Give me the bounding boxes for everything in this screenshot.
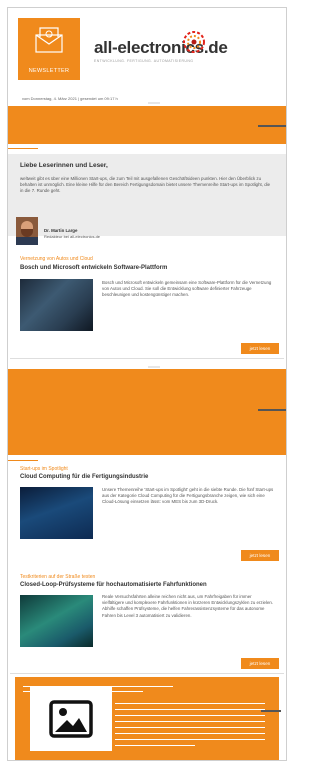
article-image[interactable] [20, 595, 93, 647]
article-kicker[interactable]: Start-ups im Spotlight [20, 466, 68, 472]
read-more-button[interactable]: jetzt lesen [241, 550, 279, 561]
footer-line [115, 727, 265, 728]
article-title[interactable]: Bosch und Microsoft entwickeln Software-… [20, 265, 167, 271]
brand[interactable]: all-electronics.de ENTWICKLUNG. FERTIGUN… [94, 38, 228, 63]
read-more-button[interactable]: jetzt lesen [241, 658, 279, 669]
divider-handle [148, 366, 160, 368]
article-image[interactable] [20, 487, 93, 539]
banner-bar [258, 125, 286, 127]
newsletter-label: NEWSLETTER [28, 68, 70, 74]
footer-line [115, 733, 265, 734]
read-more-button[interactable]: jetzt lesen [241, 343, 279, 354]
author-role: Redakteur bei all-electronics.de [44, 234, 101, 239]
article-text: Bosch und Microsoft entwickeln gemeinsam… [102, 280, 272, 298]
intro-section: Liebe Leserinnen und Leser, weltweit gib… [8, 154, 286, 236]
banner-ad-middle[interactable] [8, 369, 286, 455]
banner-ad-top[interactable] [8, 106, 286, 144]
footer-line [115, 721, 265, 722]
divider [10, 673, 284, 674]
footer-line [115, 715, 265, 716]
article-kicker[interactable]: Vernetzung von Autos und Cloud [20, 256, 93, 262]
article-kicker[interactable]: Testkriterien auf der Straße testen [20, 574, 95, 580]
avatar [16, 217, 38, 245]
divider-handle [148, 102, 160, 104]
article-text: Reale Versuchsfahrten alleine reichen ni… [102, 594, 274, 618]
intro-greeting: Liebe Leserinnen und Leser, [20, 162, 108, 169]
envelope-at-icon [35, 27, 63, 53]
footer-line [115, 745, 195, 746]
footer-image-placeholder[interactable] [30, 687, 112, 751]
newsletter-badge: NEWSLETTER [18, 18, 80, 80]
image-placeholder-icon [49, 700, 93, 738]
banner-bar [258, 409, 286, 411]
article-title[interactable]: Cloud Computing für die Fertigungsindust… [20, 474, 148, 480]
accent-line [8, 460, 38, 461]
accent-line [8, 148, 38, 149]
banner-bar [261, 710, 281, 712]
intro-text: weltweit gibt es über eine Millionen Sta… [20, 176, 271, 194]
divider [10, 358, 284, 359]
article-title[interactable]: Closed-Loop-Prüfsysteme für hochautomati… [20, 582, 207, 588]
footer-line [115, 739, 265, 740]
brand-name: all-electronics.de [94, 38, 228, 57]
article-text: Unsere Themenreihe 'Start-ups im Spotlig… [102, 487, 274, 505]
author-name: Dr. Martin Large [44, 228, 78, 233]
newsletter-frame: NEWSLETTER all-electronics.de ENTWICKLUN… [7, 7, 287, 761]
article-image[interactable] [20, 279, 93, 331]
newsletter-header: NEWSLETTER all-electronics.de ENTWICKLUN… [8, 8, 286, 90]
send-date: vom Donnerstag, 4. März 2021 | gesendet … [22, 96, 118, 101]
footer-line [115, 709, 265, 710]
brand-swirl-icon [183, 31, 205, 53]
footer-line [115, 703, 265, 704]
brand-tagline: ENTWICKLUNG. FERTIGUNG. AUTOMATISIERUNG [94, 59, 194, 63]
